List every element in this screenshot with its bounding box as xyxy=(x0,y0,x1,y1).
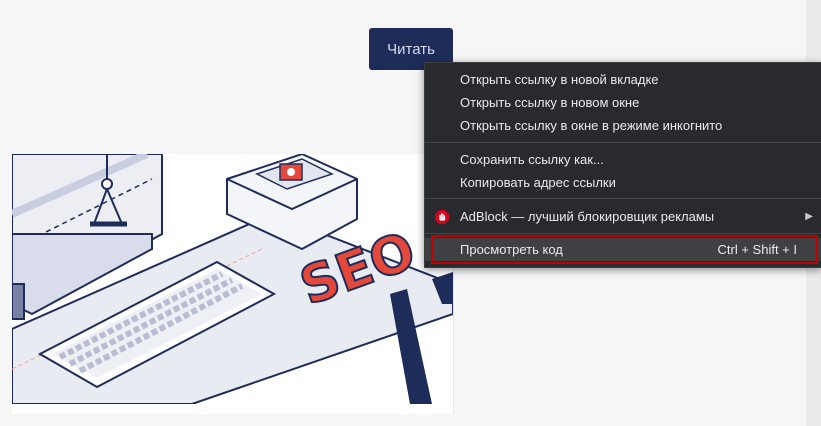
seo-illustration[interactable]: SEO xyxy=(12,154,453,404)
menu-item-label: Открыть ссылку в окне в режиме инкогнито xyxy=(460,118,723,133)
menu-item-save-link-as[interactable]: Сохранить ссылку как... xyxy=(425,148,821,171)
menu-item-open-new-tab[interactable]: Открыть ссылку в новой вкладке xyxy=(425,68,821,91)
adblock-hand-icon xyxy=(435,210,449,224)
menu-separator xyxy=(425,198,821,199)
menu-separator xyxy=(425,233,821,234)
menu-item-inspect[interactable]: Просмотреть код Ctrl + Shift + I xyxy=(425,238,821,261)
menu-item-label: AdBlock — лучший блокировщик рекламы xyxy=(460,209,715,224)
menu-item-copy-link-address[interactable]: Копировать адрес ссылки xyxy=(425,171,821,194)
menu-item-label: Копировать адрес ссылки xyxy=(460,175,616,190)
submenu-arrow-icon: ▶ xyxy=(805,211,813,222)
menu-separator xyxy=(425,142,821,143)
menu-item-label: Сохранить ссылку как... xyxy=(460,152,604,167)
menu-item-label: Открыть ссылку в новом окне xyxy=(460,95,640,110)
menu-item-shortcut: Ctrl + Shift + I xyxy=(717,242,797,257)
menu-item-label: Просмотреть код xyxy=(460,242,563,257)
menu-item-open-incognito[interactable]: Открыть ссылку в окне в режиме инкогнито xyxy=(425,114,821,137)
menu-item-label: Открыть ссылку в новой вкладке xyxy=(460,72,659,87)
context-menu: Открыть ссылку в новой вкладке Открыть с… xyxy=(424,62,821,268)
menu-item-adblock[interactable]: AdBlock — лучший блокировщик рекламы ▶ xyxy=(425,205,821,228)
menu-item-open-new-window[interactable]: Открыть ссылку в новом окне xyxy=(425,91,821,114)
